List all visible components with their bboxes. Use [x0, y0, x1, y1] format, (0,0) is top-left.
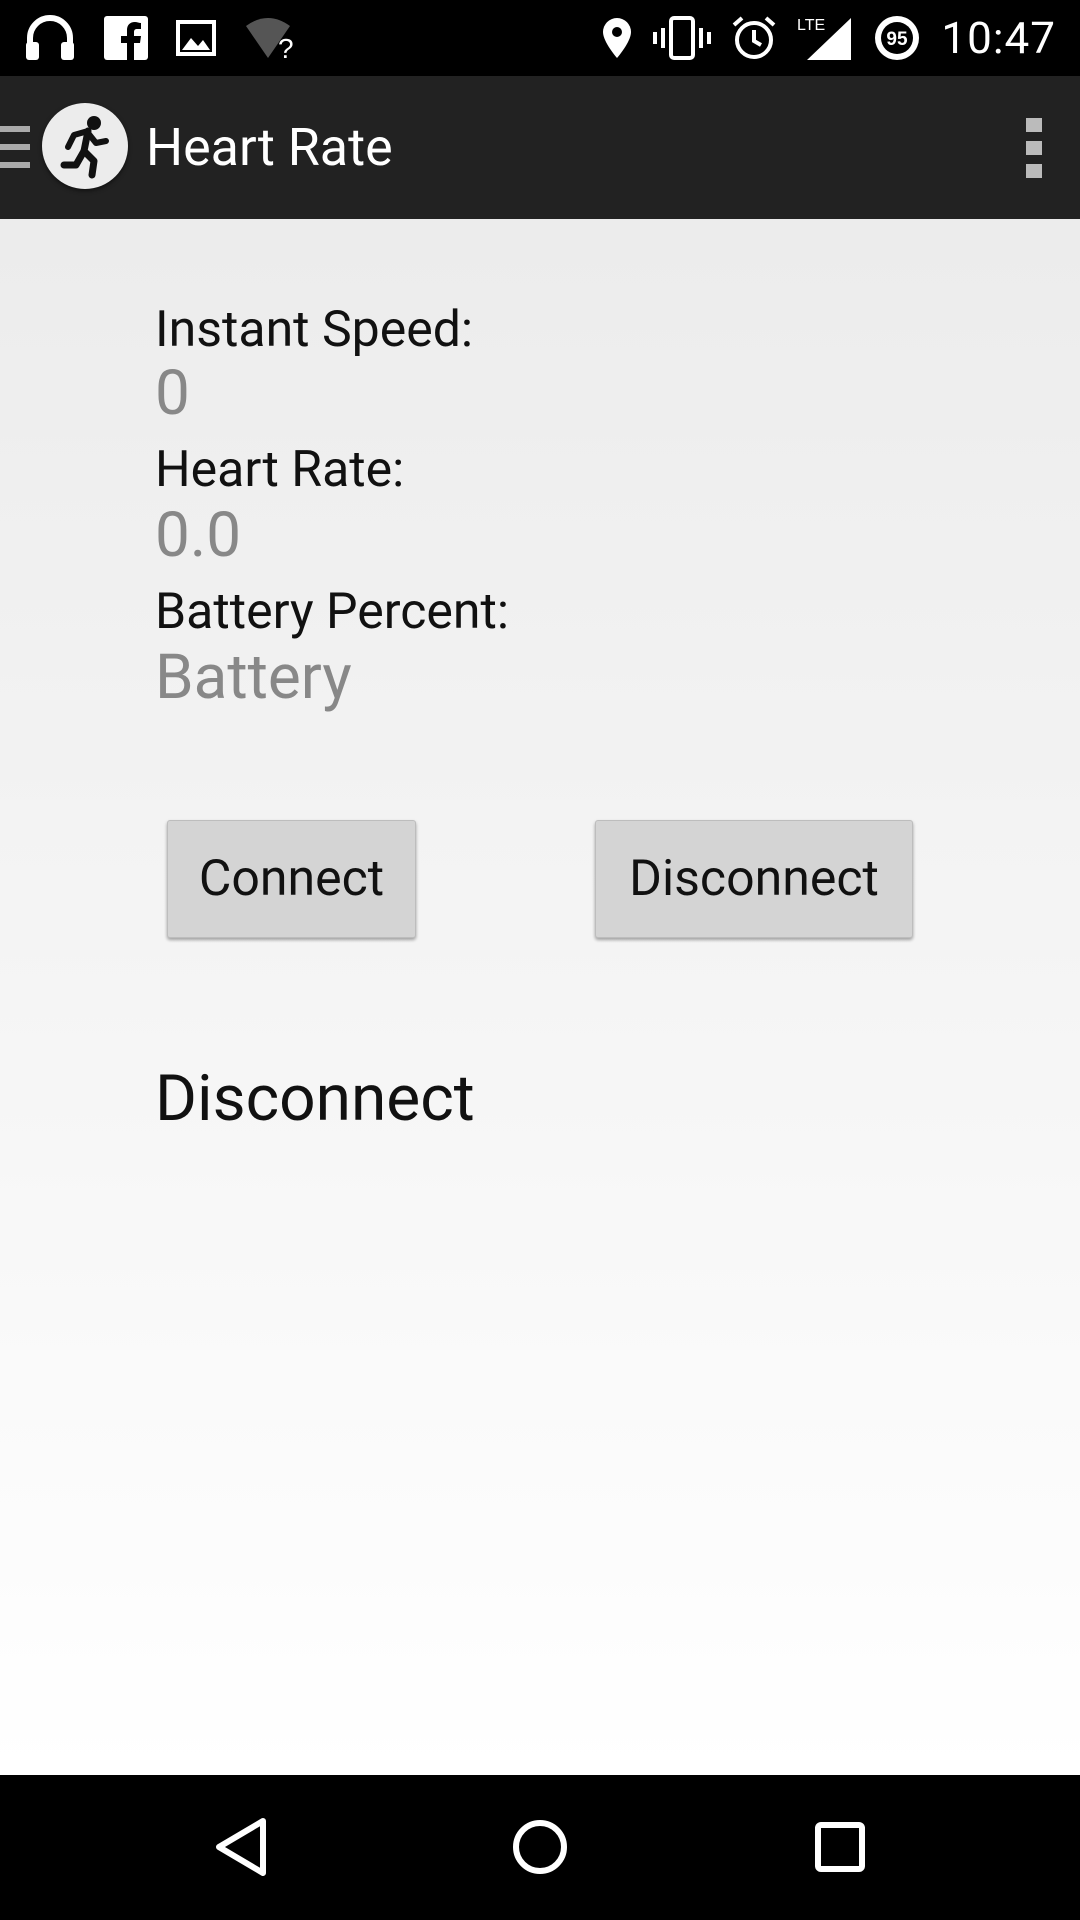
action-bar: Heart Rate [0, 76, 1080, 219]
connect-button[interactable]: Connect [167, 820, 416, 938]
heart-rate-value: 0.0 [155, 499, 242, 572]
drawer-menu-icon[interactable] [0, 124, 30, 172]
navigation-bar [0, 1775, 1080, 1920]
recents-icon[interactable] [804, 1811, 876, 1883]
heart-rate-label: Heart Rate: [155, 441, 405, 499]
home-icon[interactable] [504, 1811, 576, 1883]
facebook-icon [104, 16, 148, 60]
instant-speed-value: 0 [155, 357, 190, 430]
overflow-menu-icon[interactable] [1024, 116, 1044, 180]
svg-text:95: 95 [887, 29, 909, 50]
battery-icon: 95 [873, 14, 921, 62]
app-title: Heart Rate [146, 117, 393, 178]
back-icon[interactable] [205, 1811, 277, 1883]
vibrate-icon [653, 16, 712, 60]
status-bar: ? LTE 95 10:47 [0, 0, 1080, 76]
wifi-unknown-icon: ? [244, 16, 300, 60]
alarm-icon [731, 15, 777, 61]
battery-percent-value: Battery [155, 641, 352, 714]
headphones-icon [24, 14, 76, 62]
main-content: Instant Speed: 0 Heart Rate: 0.0 Battery… [0, 219, 1080, 1775]
lte-signal-icon: LTE [797, 14, 853, 62]
svg-text:LTE: LTE [797, 17, 825, 34]
battery-percent-label: Battery Percent: [155, 583, 510, 641]
svg-text:?: ? [278, 33, 294, 60]
location-icon [601, 16, 633, 60]
status-time: 10:47 [941, 12, 1056, 64]
instant-speed-label: Instant Speed: [155, 301, 474, 359]
disconnect-button[interactable]: Disconnect [595, 820, 913, 938]
connection-status-text: Disconnect [155, 1061, 475, 1136]
running-person-icon[interactable] [42, 103, 128, 189]
image-icon [176, 20, 216, 56]
